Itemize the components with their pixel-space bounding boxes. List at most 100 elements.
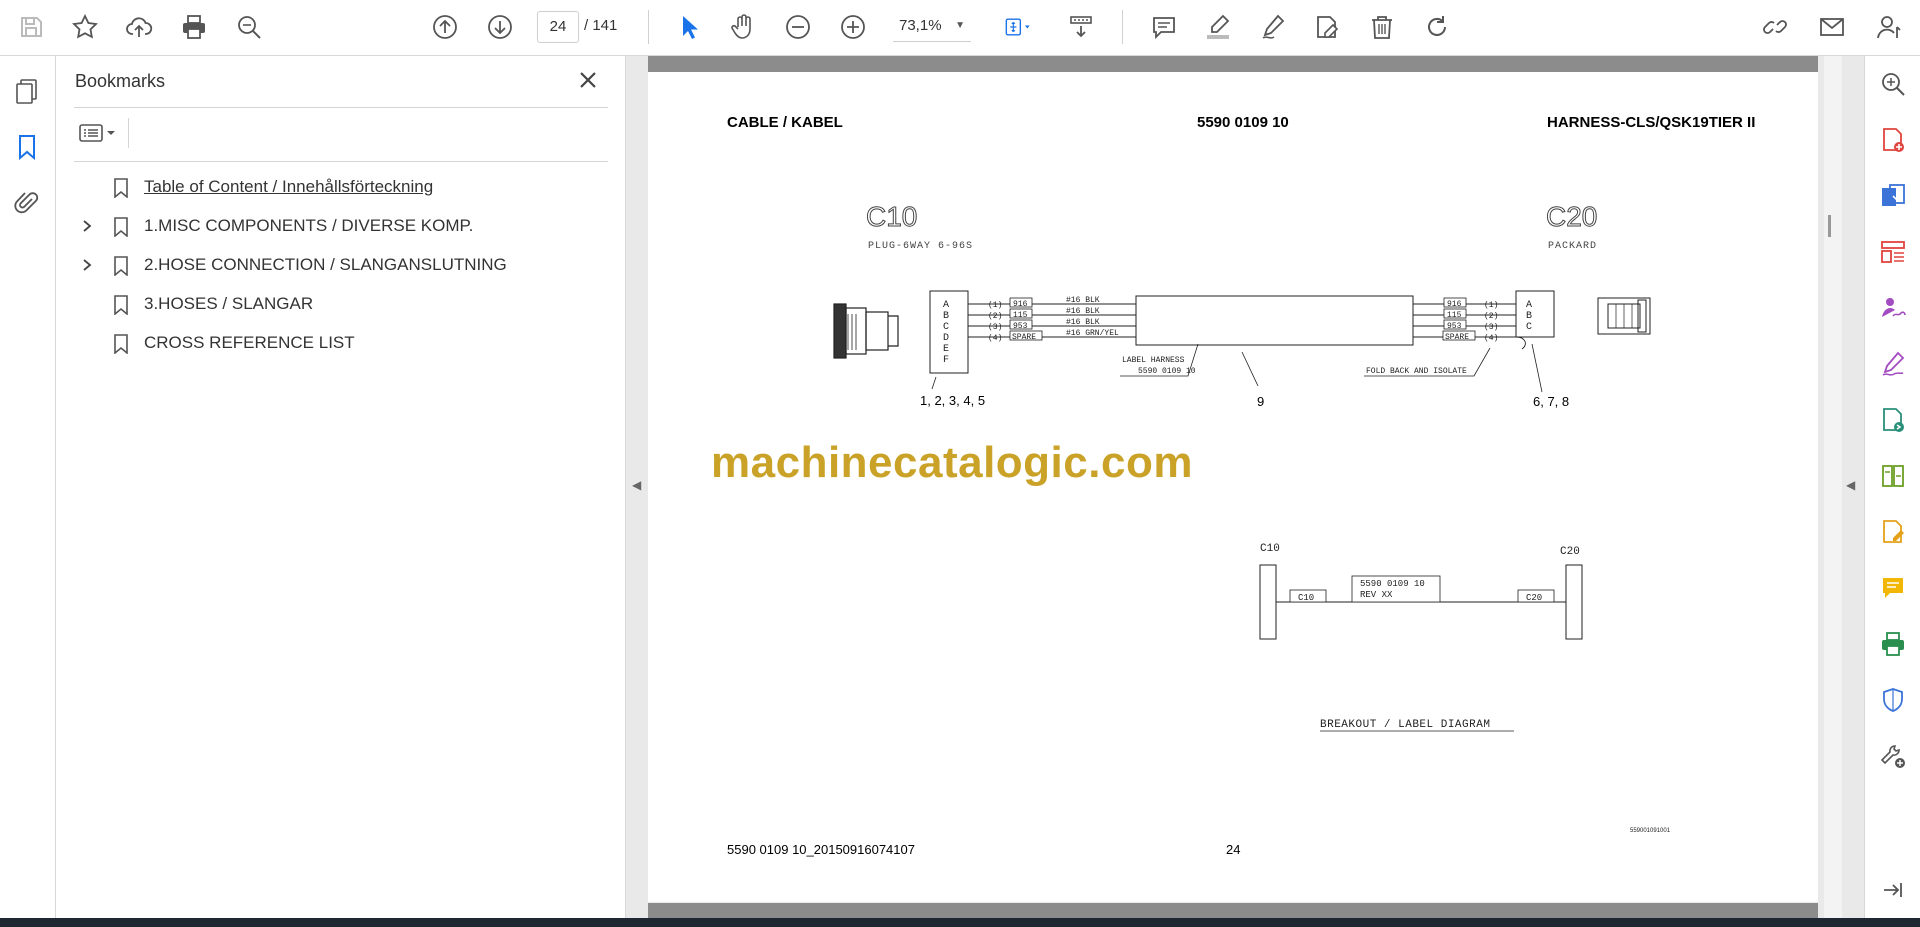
harness-body: [1135, 295, 1414, 346]
zoom-in-icon[interactable]: [834, 8, 872, 46]
next-page-edge: [648, 903, 1818, 918]
c20-pin-block: [1515, 290, 1555, 338]
select-cursor-icon[interactable]: [670, 8, 708, 46]
svg-text:SPARE: SPARE: [1012, 333, 1036, 342]
bookmark-item[interactable]: 2.HOSE CONNECTION / SLANGANSLUTNING: [74, 250, 604, 280]
comment-icon[interactable]: [1145, 8, 1183, 46]
bookmarks-panel: Bookmarks Table of Content / Innehållsfö…: [56, 56, 626, 918]
print-icon[interactable]: [175, 8, 213, 46]
bookmark-icon: [114, 334, 128, 354]
page-footer-filename: 5590 0109 10_20150916074107: [727, 842, 915, 857]
chevron-right-icon[interactable]: [80, 219, 94, 233]
bookmark-item[interactable]: 1.MISC COMPONENTS / DIVERSE KOMP.: [74, 211, 604, 241]
watermark-text: machinecatalogic.com: [711, 438, 1193, 487]
compare-files-icon[interactable]: [1877, 460, 1909, 492]
bookmark-item[interactable]: Table of Content / Innehållsförteckning: [74, 172, 604, 202]
vertical-scrollbar[interactable]: [1824, 56, 1842, 918]
divider: [128, 118, 129, 148]
c10-plug-drawing: [833, 303, 899, 359]
bookmarks-panel-title: Bookmarks: [75, 71, 166, 91]
fold-back-note: FOLD BACK AND ISOLATE: [1366, 367, 1467, 376]
bookmarks-icon[interactable]: [10, 130, 44, 164]
export-pdf-icon[interactable]: [1877, 180, 1909, 212]
organize-pages-icon[interactable]: [1877, 236, 1909, 268]
bookmark-options-button[interactable]: [74, 118, 120, 148]
svg-text:C10: C10: [1298, 593, 1314, 603]
email-icon[interactable]: [1813, 8, 1851, 46]
svg-text:(2): (2): [988, 312, 1002, 321]
svg-text:115: 115: [1447, 311, 1462, 320]
connector-c10-type: PLUG-6WAY 6-96S: [868, 241, 973, 252]
os-taskbar: [0, 918, 1920, 927]
hand-tool-icon[interactable]: [724, 8, 762, 46]
callout-center: 9: [1257, 394, 1264, 409]
bookmark-label: 2.HOSE CONNECTION / SLANGANSLUTNING: [144, 255, 507, 274]
divider: [74, 161, 608, 162]
connector-c10-title: C10: [866, 201, 917, 232]
zoom-level-select[interactable]: 73,1% ▼: [893, 11, 971, 42]
request-signatures-icon[interactable]: [1877, 292, 1909, 324]
connector-c20-type: PACKARD: [1548, 241, 1597, 252]
edit-pdf-icon[interactable]: [1877, 516, 1909, 548]
connector-c20-title: C20: [1546, 201, 1597, 232]
zoom-out-icon[interactable]: [779, 8, 817, 46]
svg-text:5590 0109 10: 5590 0109 10: [1138, 367, 1196, 376]
scroll-mode-icon[interactable]: [1062, 8, 1100, 46]
page-footer-number: 24: [1226, 842, 1241, 857]
highlight-icon[interactable]: [1199, 8, 1237, 46]
breakout-label-line2: REV XX: [1360, 590, 1393, 600]
breakout-label-line1: 5590 0109 10: [1360, 579, 1425, 589]
page-total: / 141: [584, 17, 618, 34]
fit-page-icon[interactable]: [995, 8, 1041, 46]
bookmark-item[interactable]: CROSS REFERENCE LIST: [74, 328, 604, 358]
svg-text:SPARE: SPARE: [1445, 333, 1469, 342]
page-number-input[interactable]: 24: [537, 11, 579, 43]
toolbar-divider: [1122, 10, 1123, 44]
c10-pin-letters: A B C D E F: [943, 300, 949, 366]
svg-text:F: F: [943, 355, 949, 366]
fill-sign-icon[interactable]: [1877, 348, 1909, 380]
bookmark-icon: [114, 178, 128, 198]
rotate-icon[interactable]: [1418, 8, 1456, 46]
collapse-left-panel-icon[interactable]: ◀: [632, 478, 641, 492]
top-toolbar: 24 / 141 73,1% ▼: [0, 0, 1920, 56]
zoom-level-value: 73,1%: [899, 17, 942, 34]
attachments-icon[interactable]: [10, 186, 44, 220]
svg-text:LABEL HARNESS: LABEL HARNESS: [1122, 356, 1185, 365]
more-tools-icon[interactable]: [1877, 740, 1909, 772]
close-icon[interactable]: [576, 68, 600, 92]
share-link-icon[interactable]: [1756, 8, 1794, 46]
cloud-upload-icon[interactable]: [120, 8, 158, 46]
star-icon[interactable]: [66, 8, 104, 46]
chevron-right-icon[interactable]: [80, 258, 94, 272]
draw-icon[interactable]: [1254, 8, 1292, 46]
collapse-tools-icon[interactable]: [1877, 874, 1909, 906]
breakout-c10-block: [1259, 564, 1277, 640]
comment-tool-icon[interactable]: [1877, 572, 1909, 604]
account-icon[interactable]: [1870, 8, 1908, 46]
bookmark-item[interactable]: 3.HOSES / SLANGAR: [74, 289, 604, 319]
save-icon[interactable]: [12, 8, 50, 46]
combine-files-icon[interactable]: [1877, 404, 1909, 436]
edit-text-icon[interactable]: [1308, 8, 1346, 46]
svg-text:115: 115: [1013, 311, 1028, 320]
bookmark-icon: [114, 256, 128, 276]
toolbar-divider: [648, 10, 649, 44]
bookmark-label: CROSS REFERENCE LIST: [144, 333, 355, 352]
svg-text:#16 BLK: #16 BLK: [1066, 307, 1100, 316]
create-pdf-icon[interactable]: [1877, 124, 1909, 156]
svg-text:953: 953: [1013, 322, 1028, 331]
divider: [74, 107, 608, 108]
zoom-search-icon[interactable]: [1877, 68, 1909, 100]
scrollbar-thumb[interactable]: [1828, 215, 1831, 237]
page-thumbnails-icon[interactable]: [10, 74, 44, 108]
next-page-icon[interactable]: [481, 8, 519, 46]
delete-icon[interactable]: [1363, 8, 1401, 46]
protect-icon[interactable]: [1877, 684, 1909, 716]
print-production-icon[interactable]: [1877, 628, 1909, 660]
previous-page-icon[interactable]: [426, 8, 464, 46]
find-zoom-icon[interactable]: [230, 8, 268, 46]
svg-text:(4): (4): [988, 334, 1002, 343]
callout-leader-left: [931, 376, 937, 390]
collapse-right-panel-icon[interactable]: ◀: [1846, 478, 1855, 492]
